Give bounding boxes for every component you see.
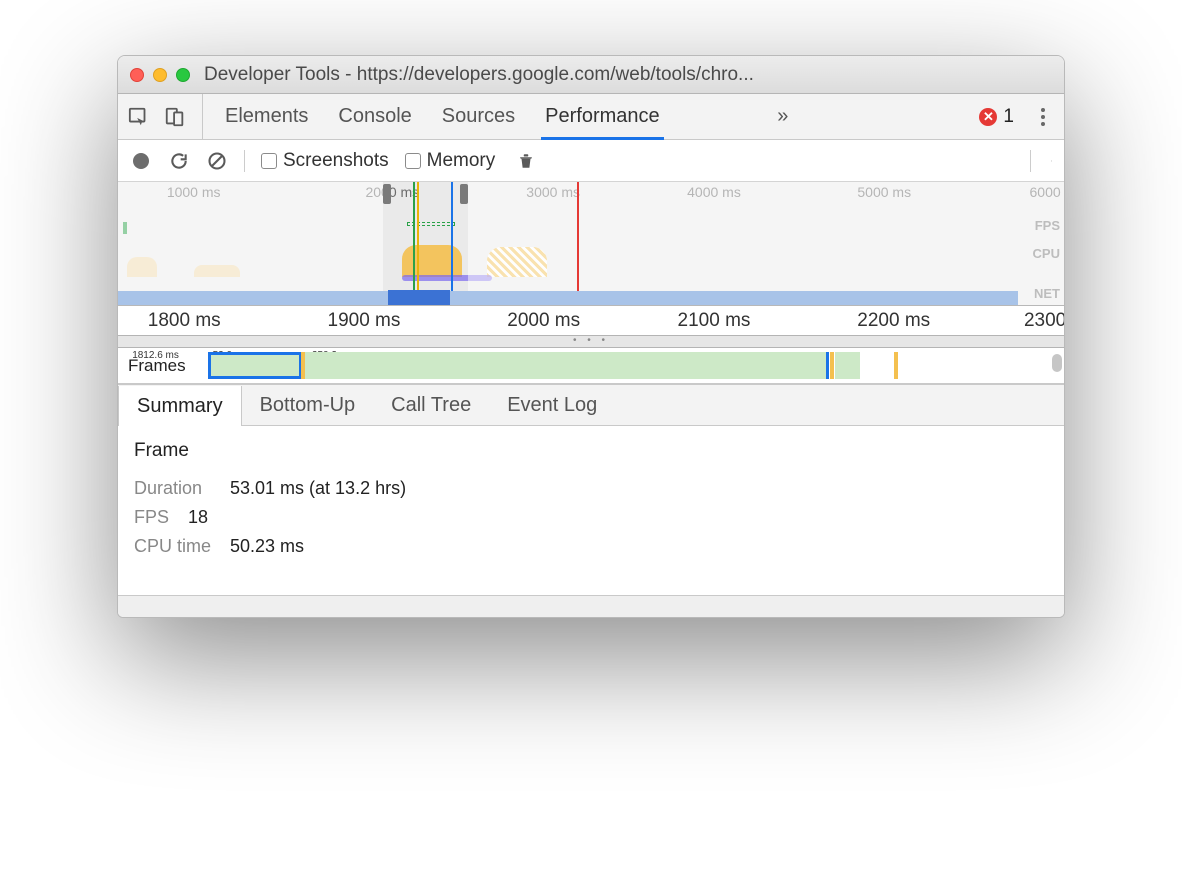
memory-checkbox[interactable]: Memory xyxy=(405,150,496,172)
frame-stripe xyxy=(826,352,829,379)
value: 18 xyxy=(188,507,208,528)
window-title: Developer Tools - https://developers.goo… xyxy=(204,64,1052,86)
tab-console[interactable]: Console xyxy=(338,94,411,139)
tab-event-log[interactable]: Event Log xyxy=(489,385,615,425)
ruler-tick: 1800 ms xyxy=(148,310,221,332)
ruler-tick: 2200 ms xyxy=(857,310,930,332)
overview-handle-right[interactable] xyxy=(460,184,468,204)
kv-fps: FPS 18 xyxy=(134,507,1048,528)
devtools-window: Developer Tools - https://developers.goo… xyxy=(117,55,1065,618)
label: FPS xyxy=(134,507,174,528)
performance-toolbar: Screenshots Memory xyxy=(118,140,1064,182)
tab-elements[interactable]: Elements xyxy=(225,94,308,139)
overview-handle-left[interactable] xyxy=(383,184,391,204)
marker-line xyxy=(413,182,415,305)
tab-bottom-up[interactable]: Bottom-Up xyxy=(242,385,374,425)
devtools-tabbar: Elements Console Sources Performance » ✕… xyxy=(118,94,1064,140)
checkbox-icon xyxy=(405,153,421,169)
frame-bar-selected[interactable] xyxy=(208,352,303,379)
frame-stripe xyxy=(830,352,834,379)
memory-label: Memory xyxy=(427,150,496,172)
detail-tabbar: Summary Bottom-Up Call Tree Event Log xyxy=(118,384,1064,426)
frame-time-label: 1812.6 ms xyxy=(132,350,179,361)
tab-performance[interactable]: Performance xyxy=(545,94,660,139)
more-menu-button[interactable] xyxy=(1032,106,1054,128)
tab-summary[interactable]: Summary xyxy=(118,386,242,426)
kv-cpu-time: CPU time 50.23 ms xyxy=(134,536,1048,557)
reload-record-button[interactable] xyxy=(168,150,190,172)
footer-bar xyxy=(118,595,1064,617)
clear-button[interactable] xyxy=(206,150,228,172)
error-icon: ✕ xyxy=(979,108,997,126)
ruler-tick: 2000 ms xyxy=(507,310,580,332)
checkbox-icon xyxy=(261,153,277,169)
value: 53.01 ms (at 13.2 hrs) xyxy=(230,478,406,499)
main-ruler[interactable]: 1800 ms 1900 ms 2000 ms 2100 ms 2200 ms … xyxy=(118,306,1064,336)
tab-call-tree[interactable]: Call Tree xyxy=(373,385,489,425)
overview-mask-right xyxy=(468,182,1064,305)
frame-bar[interactable] xyxy=(305,352,825,379)
error-count: 1 xyxy=(1003,106,1014,128)
value: 50.23 ms xyxy=(230,536,304,557)
error-indicator[interactable]: ✕ 1 xyxy=(979,106,1014,128)
drag-handle[interactable]: • • • xyxy=(118,336,1064,348)
inspect-element-icon[interactable] xyxy=(128,106,150,128)
summary-heading: Frame xyxy=(134,440,1048,462)
close-window-button[interactable] xyxy=(130,68,144,82)
overview-scrollbar-thumb[interactable] xyxy=(388,290,450,306)
divider xyxy=(244,150,245,172)
frames-scrollbar[interactable] xyxy=(1052,354,1062,372)
marker-line xyxy=(451,182,453,305)
label: Duration xyxy=(134,478,216,499)
tab-sources[interactable]: Sources xyxy=(442,94,515,139)
frame-stripe xyxy=(301,352,305,379)
ruler-tick: 2100 ms xyxy=(678,310,751,332)
garbage-collect-button[interactable] xyxy=(515,150,537,172)
kv-duration: Duration 53.01 ms (at 13.2 hrs) xyxy=(134,478,1048,499)
record-button[interactable] xyxy=(130,150,152,172)
overview-scrollbar[interactable] xyxy=(118,291,1018,305)
frame-bar[interactable] xyxy=(835,352,860,379)
minimize-window-button[interactable] xyxy=(153,68,167,82)
screenshots-checkbox[interactable]: Screenshots xyxy=(261,150,389,172)
ruler-tick: 1900 ms xyxy=(328,310,401,332)
ruler-tick: 2300 xyxy=(1024,310,1065,332)
overview-timeline[interactable]: 1000 ms 2000 ms 3000 ms 4000 ms 5000 ms … xyxy=(118,182,1064,306)
marker-line xyxy=(417,182,419,305)
maximize-window-button[interactable] xyxy=(176,68,190,82)
screenshots-label: Screenshots xyxy=(283,150,389,172)
summary-panel: Frame Duration 53.01 ms (at 13.2 hrs) FP… xyxy=(118,426,1064,595)
frames-track[interactable]: Frames 1812.6 ms 53.0 ms 250.2 ms xyxy=(118,348,1064,384)
frame-stripe xyxy=(894,352,898,379)
titlebar: Developer Tools - https://developers.goo… xyxy=(118,56,1064,94)
device-toggle-icon[interactable] xyxy=(164,106,186,128)
window-controls xyxy=(130,68,190,82)
settings-button[interactable] xyxy=(1030,150,1052,172)
label: CPU time xyxy=(134,536,216,557)
overview-mask-left xyxy=(118,182,383,305)
marker-line xyxy=(577,182,579,305)
tabs-overflow-button[interactable]: » xyxy=(777,105,788,128)
